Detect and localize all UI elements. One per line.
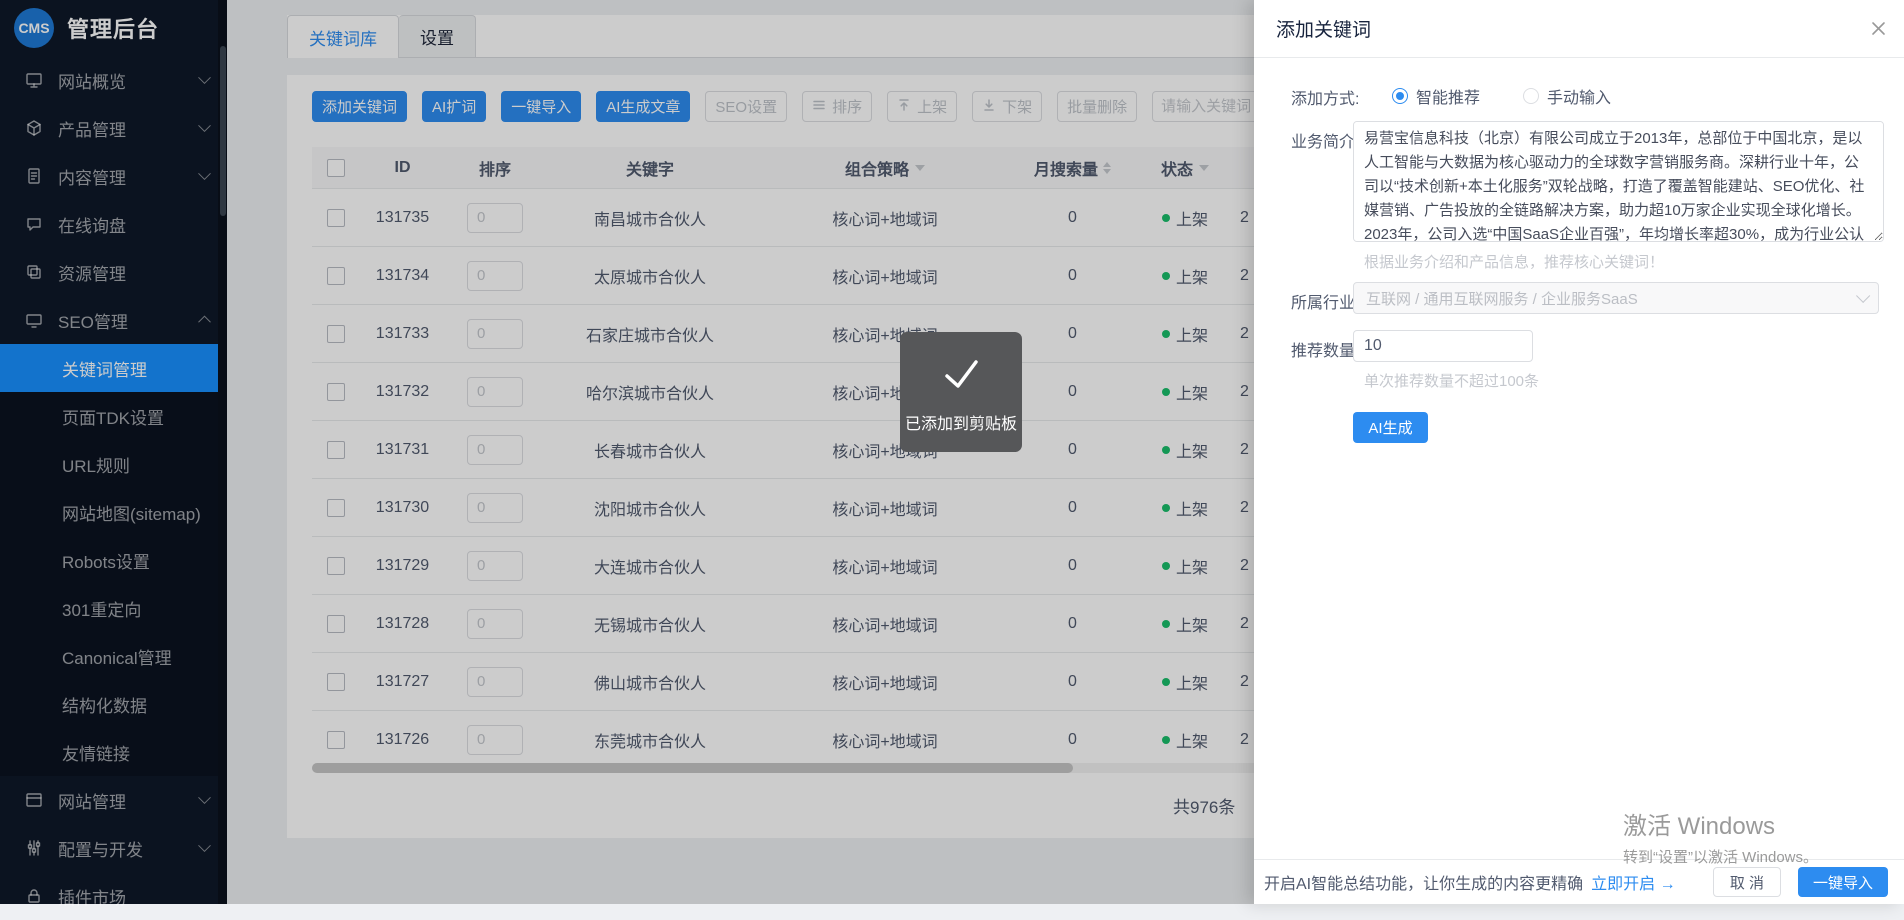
enable-now-link[interactable]: 立即开启 → [1591,870,1675,894]
count-helper-text: 单次推荐数量不超过100条 [1364,370,1539,391]
import-button[interactable]: 一键导入 [1798,867,1888,897]
drawer-footer: 开启AI智能总结功能，让你生成的内容更精确 立即开启 → 取 消 一键导入 [1254,859,1904,904]
ai-tip-text: 开启AI智能总结功能，让你生成的内容更精确 [1264,870,1583,894]
method-label: 添加方式: [1291,85,1359,109]
add-keyword-drawer: 添加关键词 添加方式: 智能推荐 手动输入 业务简介: 易营宝信息科技（北京）有… [1254,0,1904,904]
drawer-title: 添加关键词 [1276,15,1371,42]
count-label: 推荐数量: [1291,337,1359,361]
industry-value: 互联网 / 通用互联网服务 / 企业服务SaaS [1366,288,1638,309]
drawer-header: 添加关键词 [1254,0,1904,58]
business-desc-label: 业务简介: [1291,128,1359,152]
clipboard-toast: 已添加到剪贴板 [900,332,1022,452]
desc-helper-text: 根据业务介绍和产品信息，推荐核心关键词！ [1364,251,1664,272]
chevron-down-icon [1856,289,1870,303]
radio-manual-input[interactable] [1523,88,1539,104]
ai-generate-button[interactable]: AI生成 [1353,412,1428,443]
close-icon[interactable] [1866,16,1890,40]
business-desc-textarea[interactable]: 易营宝信息科技（北京）有限公司成立于2013年，总部位于中国北京，是以人工智能与… [1353,121,1884,242]
cancel-button[interactable]: 取 消 [1713,867,1781,897]
method-radio-group: 智能推荐 手动输入 [1392,84,1611,108]
industry-label: 所属行业: [1291,289,1359,313]
radio-label: 智能推荐 [1416,84,1480,108]
toast-message: 已添加到剪贴板 [905,410,1017,434]
check-icon [937,351,985,400]
recommend-count-input[interactable] [1353,330,1533,362]
radio-label: 手动输入 [1547,84,1611,108]
industry-select[interactable]: 互联网 / 通用互联网服务 / 企业服务SaaS [1353,282,1879,314]
radio-smart-recommend[interactable] [1392,88,1408,104]
